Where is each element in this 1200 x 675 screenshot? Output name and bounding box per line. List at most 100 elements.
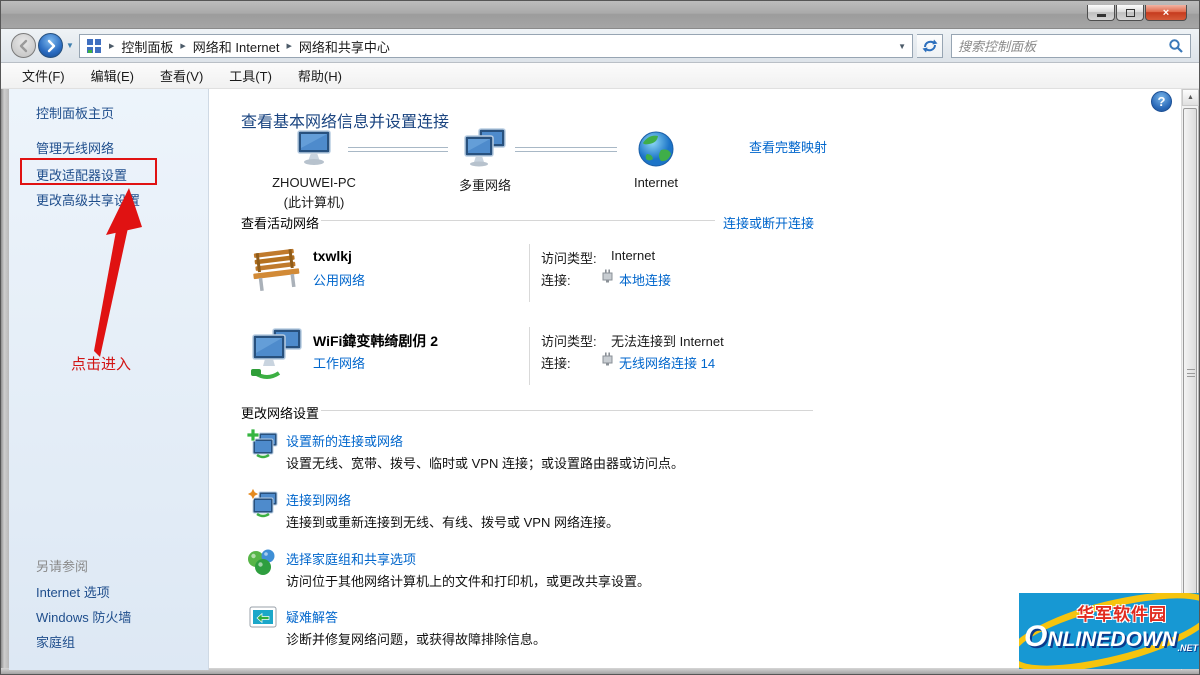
minimize-icon: [1096, 14, 1106, 17]
help-button[interactable]: ?: [1151, 91, 1172, 112]
computer-sub-label: (此计算机): [283, 195, 345, 210]
scrollbar-thumb[interactable]: [1183, 108, 1197, 638]
homegroup-options-link[interactable]: 选择家庭组和共享选项: [286, 549, 416, 568]
control-panel-icon: [87, 39, 101, 53]
menu-file[interactable]: 文件(F): [13, 66, 74, 85]
recent-pages-dropdown[interactable]: ▼: [66, 41, 74, 50]
breadcrumb-separator-icon: ▶: [109, 43, 115, 50]
address-dropdown-icon[interactable]: ▼: [898, 42, 906, 51]
sidebar-item-advanced-sharing[interactable]: 更改高级共享设置: [36, 190, 140, 209]
menu-tools[interactable]: 工具(T): [220, 66, 281, 85]
sidebar-item-manage-wireless[interactable]: 管理无线网络: [36, 138, 114, 157]
see-also-header: 另请参阅: [36, 559, 89, 574]
back-button[interactable]: [11, 33, 36, 58]
column-divider: [529, 327, 530, 385]
network-category-link[interactable]: 工作网络: [313, 353, 365, 372]
access-type-label: 访问类型:: [541, 334, 597, 349]
search-input[interactable]: [958, 38, 1168, 54]
breadcrumb-separator-icon: ▶: [286, 43, 292, 50]
search-box: [951, 34, 1191, 58]
menu-edit[interactable]: 编辑(E): [82, 66, 143, 85]
connection-label: 连接:: [541, 273, 571, 288]
scrollbar-grip: [1187, 369, 1195, 377]
watermark-big-o: O: [1024, 620, 1048, 653]
computer-name-label: ZHOUWEI-PC: [272, 175, 356, 190]
network-category-link[interactable]: 公用网络: [313, 270, 365, 289]
navigation-toolbar: ▼ ▶ 控制面板 ▶ 网络和 Internet ▶ 网络和共享中心 ▼: [1, 29, 1199, 63]
internet-label: Internet: [633, 175, 679, 190]
connect-to-network-desc: 连接到或重新连接到无线、有线、拨号或 VPN 网络连接。: [286, 515, 619, 530]
troubleshoot-icon: [249, 606, 277, 628]
window-controls: ×: [1086, 5, 1187, 21]
forward-arrow-icon: [47, 39, 55, 52]
network-name: txwlkj: [313, 248, 352, 264]
column-divider: [529, 244, 530, 302]
section-divider: [321, 220, 715, 221]
this-computer-icon[interactable]: [293, 128, 335, 170]
forward-button[interactable]: [38, 33, 63, 58]
page-title: 查看基本网络信息并设置连接: [241, 114, 450, 131]
watermark-net-suffix: .NET: [1177, 643, 1198, 653]
connection-label: 连接:: [541, 356, 571, 371]
active-networks-header: 查看活动网络: [241, 216, 320, 231]
change-settings-header: 更改网络设置: [241, 406, 320, 421]
sidebar-item-homegroup[interactable]: 家庭组: [36, 632, 75, 651]
homegroup-icon: [248, 549, 275, 575]
scroll-up-button[interactable]: ▲: [1182, 89, 1199, 106]
ethernet-plug-icon: [602, 352, 613, 366]
setup-new-connection-link[interactable]: 设置新的连接或网络: [286, 431, 403, 450]
connect-to-network-icon: [247, 488, 278, 518]
access-type-value: Internet: [611, 248, 656, 263]
sidebar-item-windows-firewall[interactable]: Windows 防火墙: [36, 607, 131, 626]
menu-help[interactable]: 帮助(H): [289, 66, 351, 85]
map-connection-line: [515, 147, 617, 152]
maximize-button[interactable]: [1116, 5, 1144, 21]
close-button[interactable]: ×: [1145, 5, 1187, 21]
vertical-scrollbar[interactable]: ▲ ▼: [1181, 89, 1199, 670]
setup-new-connection-desc: 设置无线、宽带、拨号、临时或 VPN 连接；或设置路由器或访问点。: [286, 456, 684, 471]
multi-network-icon[interactable]: [461, 127, 509, 171]
menu-view[interactable]: 查看(V): [151, 66, 212, 85]
public-network-bench-icon: [253, 248, 300, 292]
refresh-icon: [922, 39, 937, 53]
annotation-highlight-box: [20, 158, 157, 185]
watermark-onlinedown: NLINEDOWN: [1047, 628, 1177, 651]
ethernet-plug-icon: [602, 269, 613, 283]
local-connection-link[interactable]: 本地连接: [619, 270, 671, 289]
troubleshoot-desc: 诊断并修复网络问题，或获得故障排除信息。: [286, 632, 547, 647]
scroll-up-icon: ▲: [1187, 94, 1194, 101]
search-icon[interactable]: [1168, 38, 1184, 54]
internet-globe-icon[interactable]: [637, 130, 675, 168]
watermark-logo-text: ONLINEDOWN: [1024, 620, 1177, 654]
access-type-value: 无法连接到 Internet: [611, 334, 724, 349]
troubleshoot-link[interactable]: 疑难解答: [286, 607, 338, 626]
refresh-button[interactable]: [917, 34, 943, 58]
access-type-label: 访问类型:: [541, 251, 597, 266]
address-bar[interactable]: ▶ 控制面板 ▶ 网络和 Internet ▶ 网络和共享中心 ▼: [79, 34, 913, 58]
section-divider: [321, 410, 813, 411]
breadcrumb-control-panel[interactable]: 控制面板: [121, 37, 173, 56]
sidebar-item-control-panel-home[interactable]: 控制面板主页: [36, 103, 114, 122]
new-connection-icon: [247, 429, 278, 459]
homegroup-options-desc: 访问位于其他网络计算机上的文件和打印机，或更改共享设置。: [286, 574, 651, 589]
window-frame-left: [1, 89, 9, 674]
annotation-label: 点击进入: [71, 356, 132, 373]
network-name: WiFi鍏变韩绮剧仴 2: [313, 333, 439, 349]
wireless-connection-link[interactable]: 无线网络连接 14: [619, 353, 715, 372]
map-connection-line: [348, 147, 448, 152]
minimize-button[interactable]: [1087, 5, 1115, 21]
menu-bar: 文件(F) 编辑(E) 查看(V) 工具(T) 帮助(H): [1, 63, 1199, 89]
multi-network-label: 多重网络: [458, 178, 511, 193]
breadcrumb-network-sharing-center[interactable]: 网络和共享中心: [299, 37, 390, 56]
back-arrow-icon: [19, 39, 27, 52]
network-sharing-center-window: × ▼ ▶ 控制面板 ▶ 网络和 Internet ▶ 网络和共享中心 ▼ 搜索…: [0, 0, 1200, 675]
breadcrumb-network-internet[interactable]: 网络和 Internet: [193, 37, 280, 56]
maximize-icon: [1125, 8, 1135, 17]
window-titlebar[interactable]: ×: [1, 1, 1199, 29]
full-map-link[interactable]: 查看完整映射: [749, 137, 827, 156]
sidebar-item-internet-options[interactable]: Internet 选项: [36, 582, 110, 601]
onlinedown-watermark: 华军软件园 ONLINEDOWN .NET: [1019, 593, 1199, 669]
connect-disconnect-link[interactable]: 连接或断开连接: [723, 213, 814, 232]
connect-to-network-link[interactable]: 连接到网络: [286, 490, 351, 509]
breadcrumb-separator-icon: ▶: [180, 43, 186, 50]
